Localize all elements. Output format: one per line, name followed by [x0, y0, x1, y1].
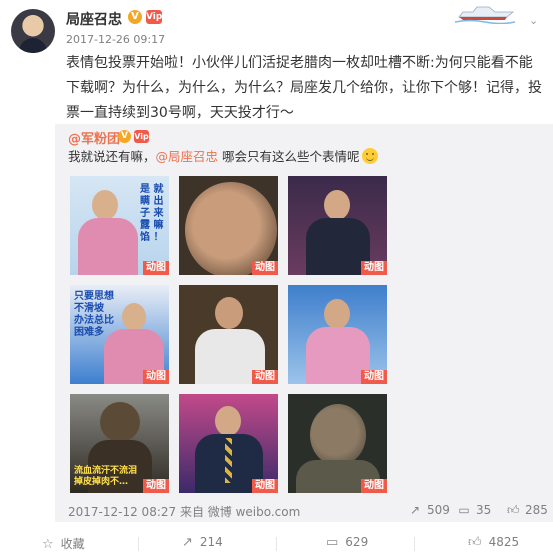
gif-tag: 动图	[252, 261, 278, 275]
repost-text-before: 我就说还有嘛，	[68, 149, 156, 164]
comment-count-value: 35	[476, 503, 492, 517]
comment-button[interactable]: ▭ 629	[326, 535, 368, 550]
person-figure	[215, 406, 241, 436]
person-figure	[100, 402, 140, 442]
like-count[interactable]: 👍︎ 285	[507, 503, 548, 518]
smile-emoji-icon	[361, 148, 378, 164]
action-bar: ☆ 收藏 ↗ 214 ▭ 629 👍︎ 4825	[0, 527, 553, 559]
repost-username[interactable]: @军粉团	[68, 128, 120, 147]
gif-tag: 动图	[361, 370, 387, 384]
weibo-post: 局座召忠 V Vip ⌄ 2017-12-26 09:17 表情包投票开始啦！小…	[0, 0, 553, 559]
chevron-down-icon[interactable]: ⌄	[529, 14, 538, 27]
gif-thumbnail-9[interactable]: 动图	[288, 394, 387, 493]
vip-badge-icon: Vip	[146, 10, 163, 24]
person-figure	[324, 299, 350, 329]
gif-tag: 动图	[252, 479, 278, 493]
gif-caption: 只要思想 不滑坡 办法总比 困难多	[74, 291, 114, 338]
divider	[276, 537, 277, 551]
gif-thumbnail-2[interactable]: 动图	[179, 176, 278, 275]
reposted-card: @军粉团 V Vip 我就说还有嘛，@局座召忠 哪会只有这么些个表情呢 是 就 …	[55, 124, 553, 522]
repost-meta: 2017-12-12 08:27 来自 微博 weibo.com	[68, 505, 301, 519]
gif-tag: 动图	[143, 479, 169, 493]
repost-count-value: 509	[427, 503, 450, 517]
gif-thumbnail-5[interactable]: 动图	[179, 285, 278, 384]
shirt-shape	[78, 218, 138, 275]
gif-tag: 动图	[361, 261, 387, 275]
person-figure	[92, 190, 118, 220]
comment-count[interactable]: ▭ 35	[458, 503, 491, 517]
like-label: 4825	[488, 535, 520, 549]
comment-icon: ▭	[458, 503, 470, 517]
share-icon: ↗	[409, 503, 421, 517]
mention-link[interactable]: @局座召忠	[156, 149, 219, 164]
repost-count[interactable]: ↗ 509	[409, 503, 450, 517]
avatar[interactable]	[11, 9, 55, 53]
post-timestamp[interactable]: 2017-12-26 09:17	[66, 33, 165, 46]
favorite-label: 收藏	[60, 537, 85, 551]
gif-thumbnail-4[interactable]: 只要思想 不滑坡 办法总比 困难多 动图	[70, 285, 169, 384]
favorite-button[interactable]: ☆ 收藏	[42, 535, 85, 552]
post-username[interactable]: 局座召忠	[66, 9, 122, 29]
vip-badge-icon: Vip	[134, 130, 149, 143]
repost-text-after: 哪会只有这么些个表情呢	[218, 149, 360, 164]
divider	[138, 537, 139, 551]
gif-thumbnail-6[interactable]: 动图	[288, 285, 387, 384]
share-icon: ↗	[182, 535, 193, 550]
speedboat-icon	[455, 6, 516, 24]
star-icon: ☆	[42, 537, 54, 552]
person-figure	[310, 404, 366, 466]
comment-label: 629	[345, 535, 369, 549]
person-figure	[324, 190, 350, 220]
verified-badge-icon: V	[128, 10, 142, 24]
gif-thumbnail-1[interactable]: 是 就 瞒 出 子 来 露 嘛 馅 ！ 动图	[70, 176, 169, 275]
thumbs-up-icon: 👍︎	[507, 503, 520, 517]
comment-icon: ▭	[326, 535, 339, 550]
thumbs-up-icon: 👍︎	[468, 535, 482, 550]
like-count-value: 285	[525, 503, 548, 517]
tie-shape	[225, 438, 232, 483]
gif-tag: 动图	[143, 370, 169, 384]
divider	[414, 537, 415, 551]
gif-thumbnail-3[interactable]: 动图	[288, 176, 387, 275]
person-figure	[215, 297, 243, 329]
repost-button[interactable]: ↗ 214	[182, 535, 223, 550]
person-figure	[122, 303, 146, 331]
gif-tag: 动图	[361, 479, 387, 493]
gif-tag: 动图	[143, 261, 169, 275]
like-button[interactable]: 👍︎ 4825	[468, 535, 519, 550]
gif-thumbnail-8[interactable]: 动图	[179, 394, 278, 493]
gif-thumbnail-7[interactable]: 流血流汗不流泪 掉皮掉肉不… 动图	[70, 394, 169, 493]
post-text: 表情包投票开始啦！小伙伴儿们活捉老腊肉一枚却吐槽不断:为何只能看不能下载啊？为什…	[66, 55, 542, 121]
verified-badge-icon: V	[118, 130, 131, 143]
gif-tag: 动图	[252, 370, 278, 384]
repost-label: 214	[199, 535, 223, 549]
gif-caption: 是 就 瞒 出 子 来 露 嘛 馅 ！	[140, 184, 164, 243]
gif-caption: 流血流汗不流泪 掉皮掉肉不…	[74, 466, 138, 487]
repost-text: 我就说还有嘛，@局座召忠 哪会只有这么些个表情呢	[68, 148, 378, 165]
